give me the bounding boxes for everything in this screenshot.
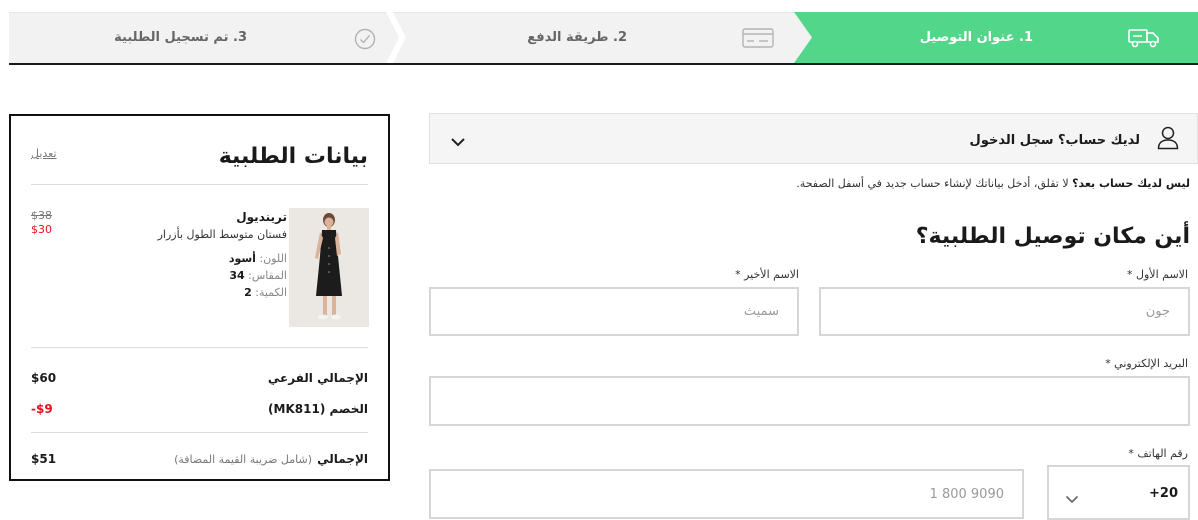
product-qty: الكمية: 2 bbox=[244, 286, 287, 299]
product-size: المقاس: 34 bbox=[229, 269, 287, 282]
country-code-select[interactable]: +20 bbox=[1047, 465, 1190, 520]
product-color: اللون: أسود bbox=[229, 252, 287, 265]
email-input[interactable] bbox=[429, 376, 1190, 426]
signup-note: ليس لديك حساب بعد؟ لا تقلق، أدخل بياناتك… bbox=[796, 177, 1190, 190]
order-summary: بيانات الطلبية تعديل ترينديول فستان متوس… bbox=[9, 114, 390, 481]
summary-title: بيانات الطلبية bbox=[218, 144, 368, 169]
product-image bbox=[289, 208, 369, 327]
phone-input[interactable] bbox=[429, 469, 1024, 519]
size-label: المقاس: bbox=[248, 269, 287, 282]
signup-note-text: لا تقلق، أدخل بياناتك لإنشاء حساب جديد ف… bbox=[796, 177, 1073, 190]
signup-note-bold: ليس لديك حساب بعد؟ bbox=[1072, 177, 1190, 190]
price-sale: $30 bbox=[31, 223, 52, 236]
last-name-input[interactable] bbox=[429, 287, 799, 336]
credit-card-icon bbox=[742, 28, 774, 52]
first-name-label: الاسم الأول * bbox=[1127, 268, 1188, 281]
discount-label: الخصم (MK811) bbox=[268, 402, 368, 416]
chevron-down-icon[interactable] bbox=[450, 132, 466, 151]
product-brand: ترينديول bbox=[236, 210, 287, 224]
email-label: البريد الإلكتروني * bbox=[1105, 357, 1188, 370]
color-label: اللون: bbox=[259, 252, 287, 265]
total-value: $51 bbox=[31, 452, 57, 466]
login-toggle[interactable]: لديك حساب؟ سجل الدخول bbox=[429, 113, 1198, 164]
price-original: $38 bbox=[31, 209, 52, 222]
phone-label: رقم الهاتف * bbox=[1128, 447, 1188, 460]
check-circle-icon bbox=[354, 28, 376, 54]
user-icon bbox=[1157, 126, 1179, 154]
size-value: 34 bbox=[229, 269, 245, 282]
form-title: أين مكان توصيل الطلبية؟ bbox=[915, 224, 1190, 249]
step-3-label: 3. تم تسجيل الطلبية bbox=[114, 30, 247, 45]
truck-icon bbox=[1128, 24, 1160, 54]
subtotal-label: الإجمالي الفرعي bbox=[267, 371, 368, 385]
edit-order-link[interactable]: تعديل bbox=[31, 147, 57, 160]
last-name-label: الاسم الأخير * bbox=[735, 268, 799, 281]
login-prompt: لديك حساب؟ سجل الدخول bbox=[969, 133, 1140, 148]
chevron-down-icon bbox=[1065, 489, 1079, 508]
country-code-value: +20 bbox=[1149, 486, 1178, 501]
total-label: الإجمالي bbox=[317, 452, 368, 466]
vat-note: (شامل ضريبة القيمة المضافة) bbox=[174, 453, 312, 466]
step-2-label: 2. طريقة الدفع bbox=[527, 30, 627, 45]
discount-value: -$9 bbox=[31, 402, 53, 416]
steps-underline bbox=[9, 63, 1198, 65]
divider bbox=[31, 347, 368, 348]
step-1-label: 1. عنوان التوصيل bbox=[919, 30, 1033, 45]
subtotal-value: $60 bbox=[31, 371, 57, 385]
product-name: فستان متوسط الطول بأزرار bbox=[157, 228, 287, 241]
divider bbox=[31, 184, 368, 185]
qty-value: 2 bbox=[244, 286, 252, 299]
color-value: أسود bbox=[228, 252, 256, 265]
first-name-input[interactable] bbox=[819, 287, 1190, 336]
qty-label: الكمية: bbox=[255, 286, 287, 299]
divider bbox=[31, 432, 368, 433]
